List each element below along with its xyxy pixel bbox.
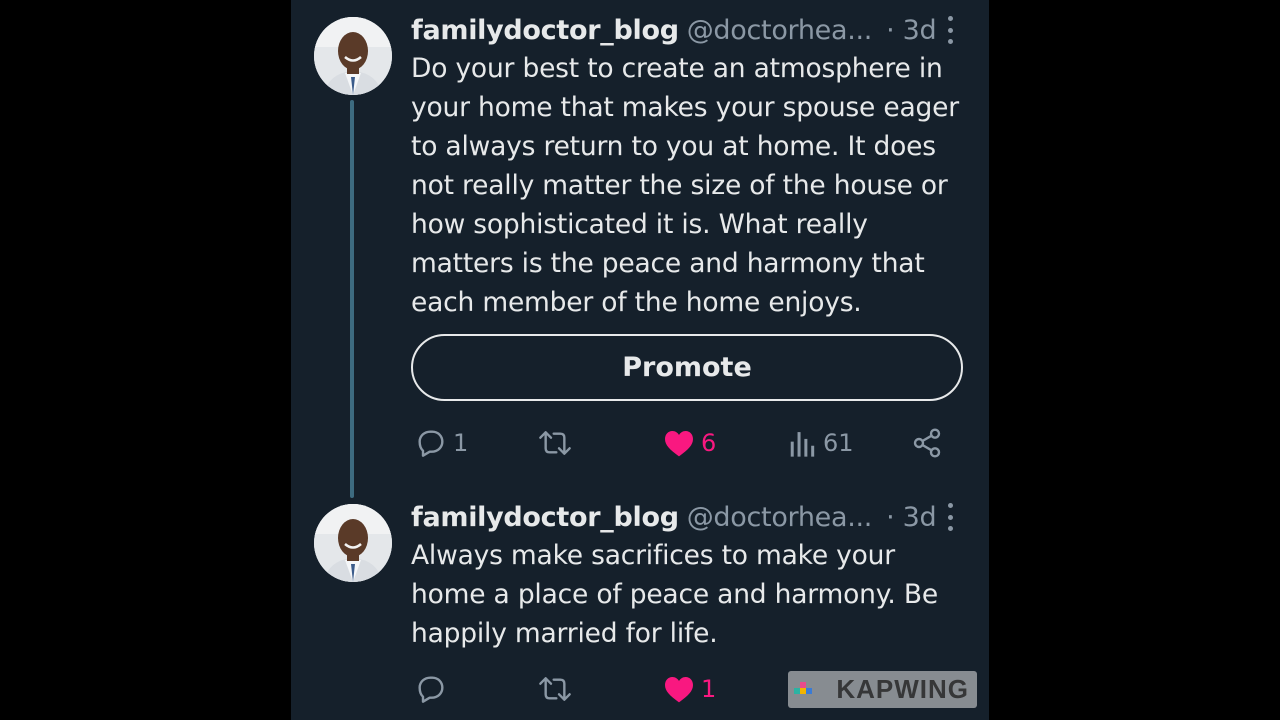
more-icon[interactable] — [943, 16, 957, 44]
kapwing-logo-icon — [794, 682, 812, 694]
retweet-icon — [539, 431, 571, 455]
retweet-icon — [539, 677, 571, 701]
timestamp[interactable]: · 3d — [886, 15, 937, 46]
avatar[interactable] — [314, 17, 392, 95]
profile-photo-icon — [314, 17, 392, 95]
thread-line — [350, 100, 354, 498]
reply-icon — [418, 430, 444, 457]
views-count: 61 — [823, 429, 854, 457]
like-button[interactable]: 6 — [663, 423, 716, 463]
tweet-header: familydoctor_blog @doctorhea... · 3d — [411, 10, 937, 50]
like-count: 1 — [701, 675, 717, 703]
display-name[interactable]: familydoctor_blog — [411, 15, 679, 46]
avatar[interactable] — [314, 504, 392, 582]
promote-button[interactable]: Promote — [411, 334, 963, 401]
share-icon — [913, 428, 941, 458]
like-button[interactable]: 1 — [663, 669, 716, 709]
share-button[interactable] — [911, 423, 943, 463]
retweet-button[interactable] — [537, 669, 573, 709]
like-count: 6 — [701, 429, 717, 457]
reply-button[interactable]: 1 — [415, 423, 468, 463]
reply-icon — [418, 676, 444, 703]
reply-count: 1 — [453, 429, 469, 457]
tweet-text: Always make sacrifices to make your home… — [411, 540, 938, 649]
display-name[interactable]: familydoctor_blog — [411, 502, 679, 533]
watermark-text: KAPWING — [836, 674, 969, 704]
retweet-button[interactable] — [537, 423, 573, 463]
tweet-header: familydoctor_blog @doctorhea... · 3d — [411, 497, 937, 537]
handle[interactable]: @doctorhea... — [687, 502, 873, 533]
reply-button[interactable] — [415, 669, 447, 709]
heart-icon — [665, 677, 693, 703]
timestamp[interactable]: · 3d — [886, 502, 937, 533]
kapwing-watermark: KAPWING — [788, 671, 977, 708]
views-icon — [790, 432, 815, 457]
timeline: familydoctor_blog @doctorhea... · 3d Do … — [291, 0, 989, 720]
tweet-text: Do your best to create an atmosphere in … — [411, 53, 959, 318]
heart-icon — [665, 431, 693, 457]
more-icon[interactable] — [943, 503, 957, 531]
profile-photo-icon — [314, 504, 392, 582]
views-button[interactable]: 61 — [789, 423, 854, 463]
handle[interactable]: @doctorhea... — [687, 15, 873, 46]
